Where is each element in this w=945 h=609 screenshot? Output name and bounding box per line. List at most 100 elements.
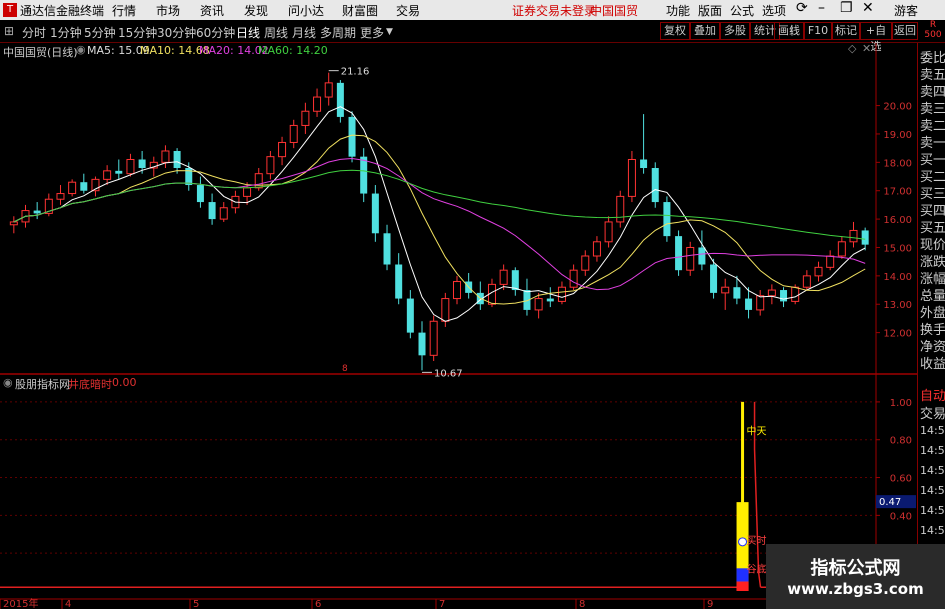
x-tick-label: 9 [707, 599, 713, 609]
candle-down [348, 116, 356, 157]
ind-y-tick-label: 1.00 [890, 398, 912, 409]
ma60-line [13, 169, 866, 240]
period-60min[interactable]: 60分钟 [196, 24, 235, 41]
candle-down [115, 170, 123, 174]
menu-faxian[interactable]: 发现 [244, 2, 268, 19]
candle-down [418, 332, 426, 356]
minimize-icon[interactable]: – [818, 0, 825, 16]
candle-down [360, 156, 368, 194]
period-fenshi[interactable]: 分时 [22, 24, 46, 41]
candle-down [173, 150, 181, 169]
y-tick-label: 16.00 [883, 215, 912, 226]
candle-up [791, 286, 800, 302]
trade-time: 14:56 [920, 524, 945, 537]
menu-shichang[interactable]: 市场 [156, 2, 180, 19]
current-value: 0.47 [879, 497, 901, 508]
menu-caifuquan[interactable]: 财富圈 [342, 2, 378, 19]
candle-up [9, 221, 18, 226]
menu-gongneng[interactable]: 功能 [666, 2, 690, 19]
period-day[interactable]: 日线 [236, 24, 260, 41]
corner-r: R [929, 20, 937, 30]
period-week[interactable]: 周线 [264, 24, 288, 41]
marker-label: 8 [342, 364, 348, 374]
signal-label-2: 谷底 [747, 562, 767, 575]
menu-gongshi[interactable]: 公式 [730, 2, 754, 19]
candle-up [569, 269, 578, 288]
candle-up [849, 229, 858, 243]
stock-name-header: 中国国贸 [590, 4, 639, 18]
candle-up [837, 241, 846, 257]
menu-jiaoyi[interactable]: 交易 [396, 2, 420, 19]
candle-down [698, 247, 706, 265]
candle-up [499, 269, 508, 285]
candle-down [546, 298, 554, 302]
candle-up [266, 156, 275, 175]
refresh-icon[interactable]: ⟳ [796, 0, 808, 16]
watermark-url: www.zbgs3.com [787, 580, 924, 598]
candle-down [208, 202, 216, 220]
menu-zixun[interactable]: 资讯 [200, 2, 224, 19]
candle-up [126, 158, 135, 175]
period-1min[interactable]: 1分钟 [50, 24, 82, 41]
btn-diejia[interactable]: 叠加 [690, 22, 720, 40]
btn-huaxian[interactable]: 画线 [774, 22, 804, 40]
candle-down [651, 168, 659, 203]
restore-icon[interactable]: ❐ [840, 0, 853, 16]
period-multi[interactable]: 多周期 [320, 24, 356, 41]
account-status[interactable]: 证券交易未登录 [512, 2, 596, 19]
btn-f10[interactable]: F10 [804, 22, 832, 40]
candle-up [429, 320, 438, 356]
period-15min[interactable]: 15分钟 [118, 24, 157, 41]
candle-down [406, 298, 414, 333]
candle-down [640, 159, 648, 169]
ind-y-tick-label: 0.40 [890, 511, 912, 522]
trade-time: 14:56 [920, 464, 945, 477]
candle-down [675, 236, 683, 271]
menu-banmian[interactable]: 版面 [698, 2, 722, 19]
y-tick-label: 18.00 [883, 158, 912, 169]
period-5min[interactable]: 5分钟 [84, 24, 116, 41]
low-price-label: 10.67 [434, 368, 463, 379]
quote-label: 收益 [920, 357, 945, 372]
btn-biaoji[interactable]: 标记 [832, 22, 860, 40]
period-30min[interactable]: 30分钟 [157, 24, 196, 41]
ind-y-tick-label: 0.80 [890, 436, 912, 447]
menu-wenxiaoda[interactable]: 问小达 [288, 2, 324, 19]
candle-up [56, 193, 65, 200]
grid-icon[interactable]: ⊞ [4, 24, 14, 38]
period-month[interactable]: 月线 [292, 24, 316, 41]
btn-fuquan[interactable]: 复权 [660, 22, 690, 40]
candle-up [756, 295, 765, 311]
btn-add-watch[interactable]: +自选 [860, 22, 892, 53]
candle-up [301, 110, 310, 126]
app-logo-icon: T [3, 3, 17, 17]
watermark-title: 指标公式网 [810, 558, 901, 579]
menu-xuanxiang[interactable]: 选项 [762, 2, 786, 19]
ma20-line [13, 157, 866, 291]
period-more[interactable]: 更多 [360, 24, 384, 41]
menu-hangqing[interactable]: 行情 [112, 2, 136, 19]
btn-back[interactable]: 返回 [892, 22, 918, 40]
btn-duogu[interactable]: 多股 [720, 22, 750, 40]
candle-down [80, 182, 88, 191]
more-dropdown-icon[interactable]: ▼ [386, 27, 393, 37]
trade-time: 14:56 [920, 424, 945, 437]
candle-up [592, 241, 601, 257]
candle-up [219, 207, 228, 220]
trade-label: 交易 [920, 407, 945, 422]
candle-up [557, 286, 566, 302]
candle-down [395, 264, 403, 299]
watermark: 指标公式网 www.zbgs3.com [766, 544, 945, 609]
kline-chart[interactable]: 21.16 10.67 8 20.00 19.00 18.00 17.00 16.00 15.… [0, 43, 917, 609]
close-icon[interactable]: ✕ [862, 0, 874, 16]
x-tick-label: 7 [439, 599, 445, 609]
corner-indicator: R 500 [922, 20, 944, 40]
auto-label: 自动 [920, 389, 945, 404]
candle-up [243, 187, 252, 197]
candle-up [802, 275, 811, 288]
candle-down [663, 202, 671, 237]
candle-down [383, 233, 391, 265]
candle-up [826, 255, 835, 268]
candle-up [289, 124, 298, 143]
user-label[interactable]: 游客 [894, 2, 918, 19]
